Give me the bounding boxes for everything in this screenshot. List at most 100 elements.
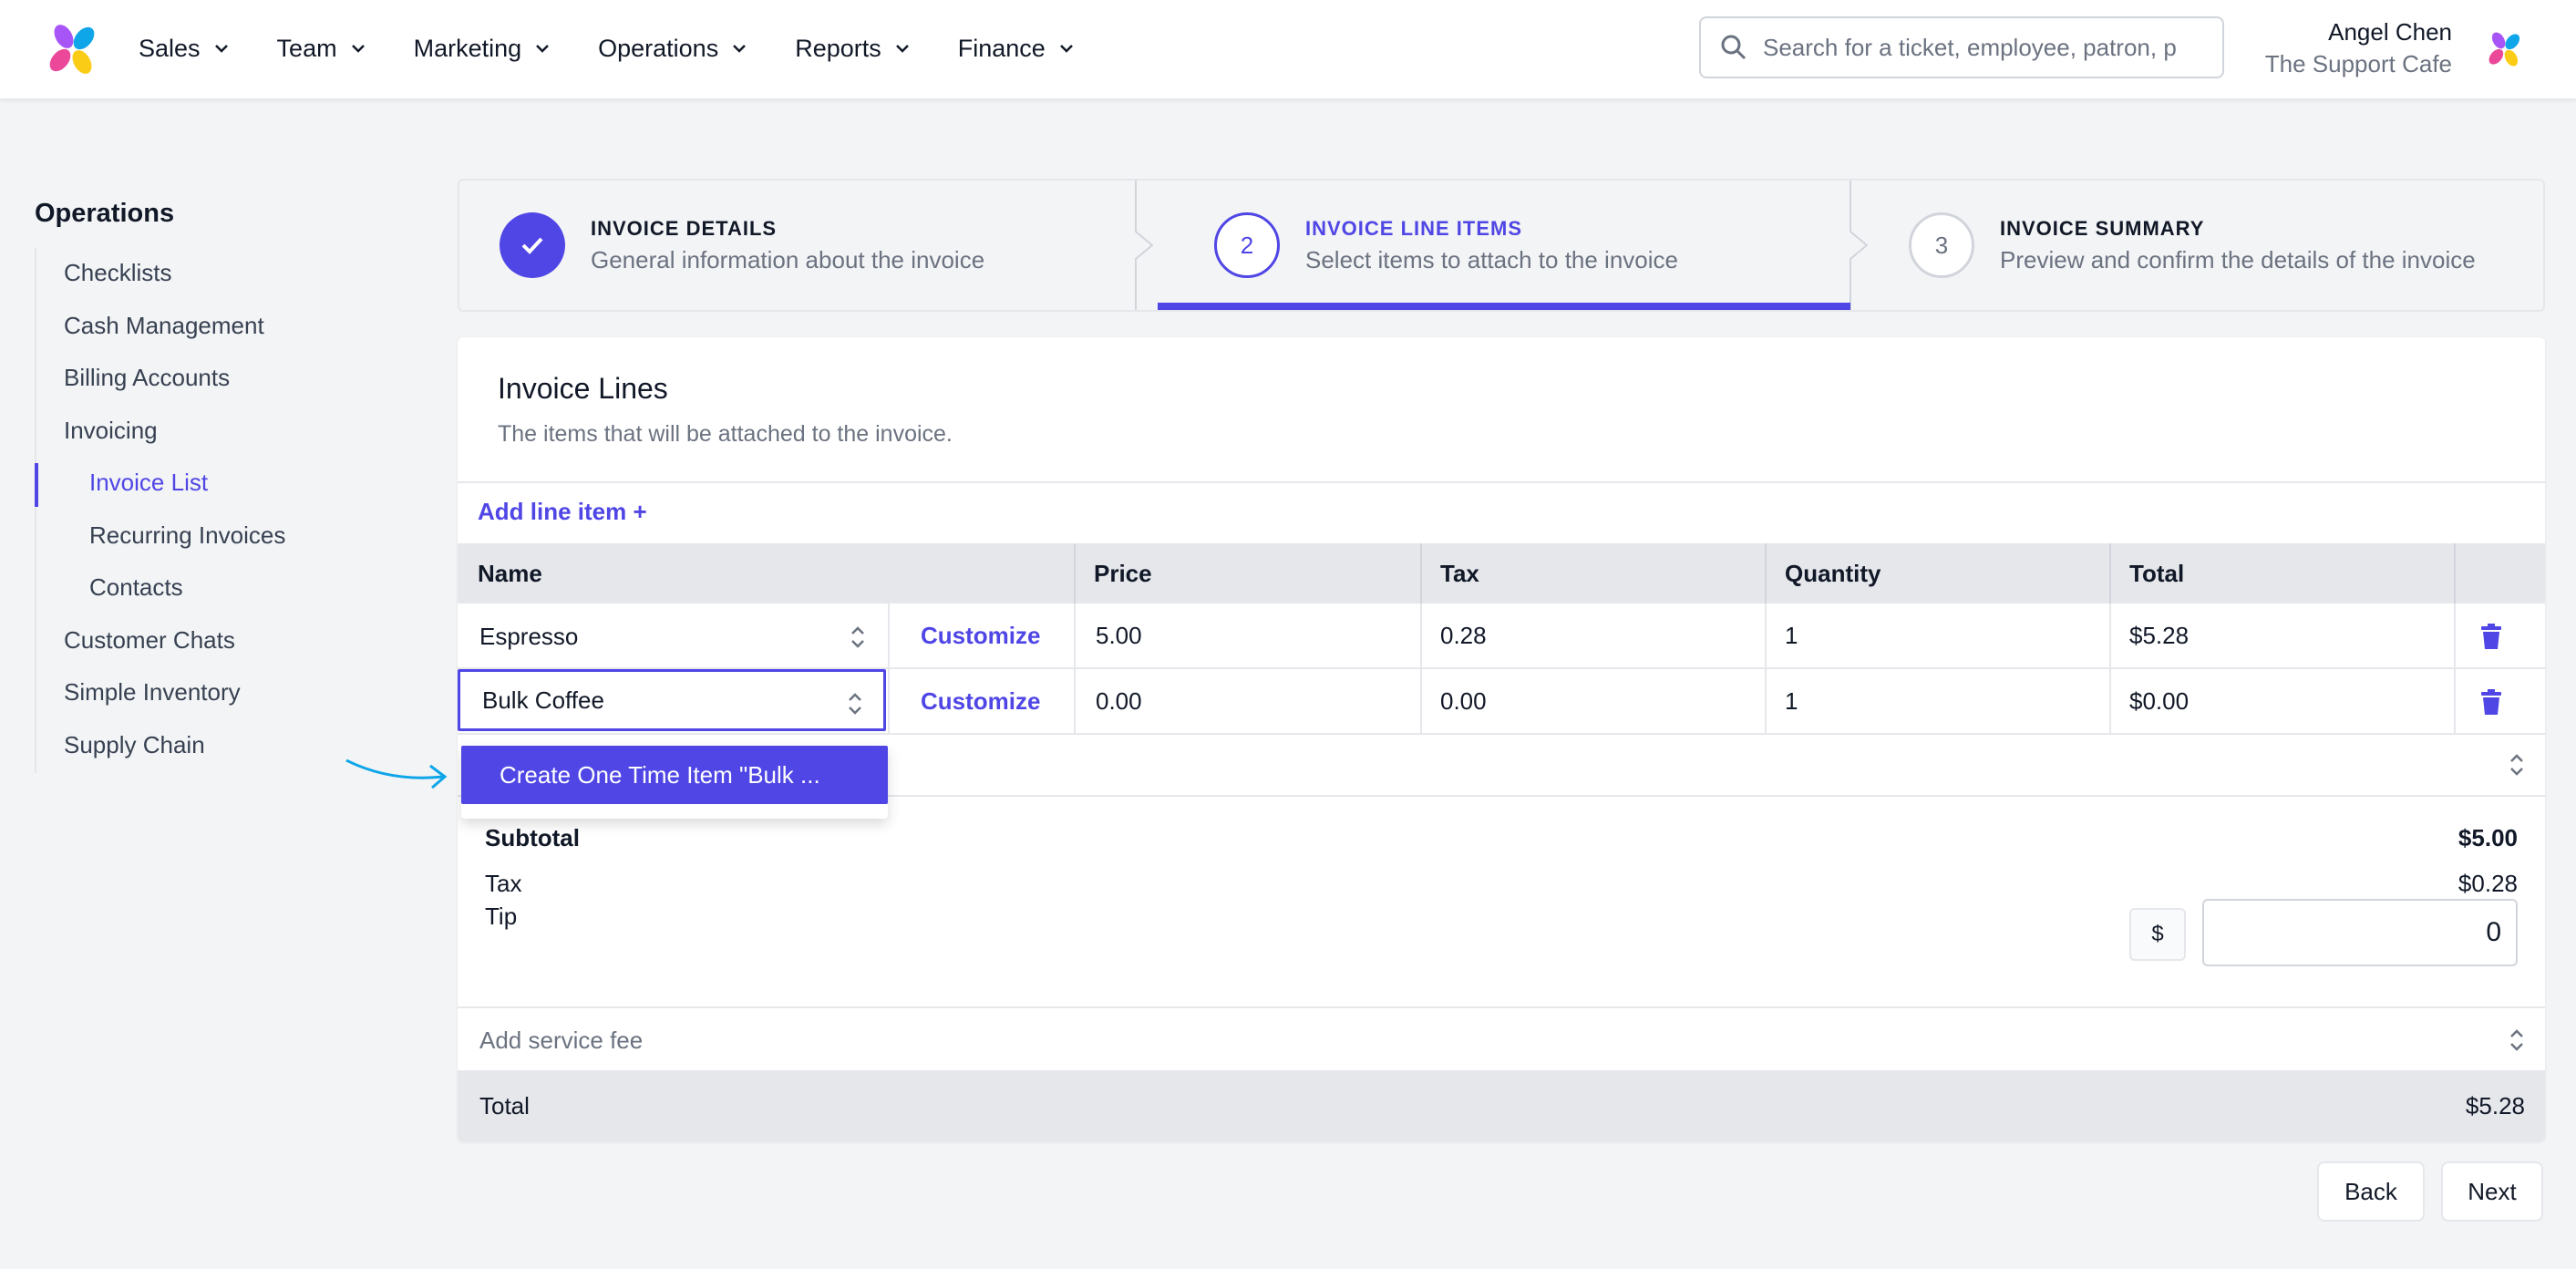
app-logo-icon[interactable] <box>44 20 102 78</box>
annotation-arrow-icon <box>345 758 448 789</box>
total-cell: $0.00 <box>2129 687 2190 715</box>
column-divider <box>888 669 890 733</box>
quantity-cell[interactable]: 1 <box>1785 604 1798 667</box>
item-name-value: Espresso <box>479 622 579 650</box>
table-row: Espresso Customize 5.00 0.28 1 $5.28 <box>458 604 2545 667</box>
invoice-lines-card: Invoice Lines The items that will be att… <box>458 337 2545 1141</box>
next-button[interactable]: Next <box>2441 1161 2543 1222</box>
tax-cell[interactable]: 0.28 <box>1440 604 1487 667</box>
tip-input[interactable] <box>2202 899 2518 966</box>
chevron-down-icon <box>351 45 365 53</box>
step-description: Select items to attach to the invoice <box>1305 245 1678 273</box>
item-name-select[interactable]: Bulk Coffee <box>458 669 886 731</box>
global-search <box>1699 16 2224 78</box>
column-divider <box>2109 669 2111 733</box>
nav-label: Finance <box>957 34 1046 62</box>
nav-label: Sales <box>139 34 201 62</box>
column-divider <box>1074 543 1076 604</box>
customize-button[interactable]: Customize <box>921 669 1040 733</box>
organization-logo-icon[interactable] <box>2485 29 2525 69</box>
step-separator-icon <box>1135 181 1154 310</box>
chevron-down-icon <box>214 45 228 53</box>
subtotal-label: Subtotal <box>485 824 580 851</box>
sidebar-active-indicator <box>35 463 38 507</box>
sidebar-item-contacts[interactable]: Contacts <box>89 573 183 602</box>
column-divider <box>2109 604 2111 667</box>
sidebar-item-customer-chats[interactable]: Customer Chats <box>64 626 235 655</box>
nav-item-reports[interactable]: Reports <box>795 35 911 63</box>
back-button[interactable]: Back <box>2317 1161 2425 1222</box>
service-fee-select[interactable]: Add service fee <box>458 1006 2545 1070</box>
customize-button[interactable]: Customize <box>921 604 1040 667</box>
check-icon <box>521 237 543 254</box>
column-divider <box>1074 669 1076 733</box>
select-arrows-icon <box>849 693 861 715</box>
sidebar-item-simple-inventory[interactable]: Simple Inventory <box>64 678 241 707</box>
sidebar-item-billing-accounts[interactable]: Billing Accounts <box>64 364 230 392</box>
step-description: Preview and confirm the details of the i… <box>2000 245 2476 273</box>
sidebar-item-recurring-invoices[interactable]: Recurring Invoices <box>89 521 285 550</box>
tax-value: $0.28 <box>2458 870 2518 897</box>
column-divider <box>2454 604 2456 667</box>
price-cell[interactable]: 5.00 <box>1096 604 1142 667</box>
item-name-select[interactable]: Espresso <box>458 605 886 667</box>
user-name: Angel Chen <box>2328 18 2452 46</box>
column-header-price: Price <box>1094 560 1152 587</box>
total-row: Total $5.28 <box>458 1070 2545 1141</box>
price-cell[interactable]: 0.00 <box>1096 669 1142 733</box>
nav-item-marketing[interactable]: Marketing <box>414 35 551 63</box>
column-divider <box>888 604 890 667</box>
trash-icon[interactable] <box>2479 688 2503 716</box>
search-input[interactable] <box>1763 33 2200 62</box>
card-subtitle: The items that will be attached to the i… <box>498 421 953 447</box>
column-header-total: Total <box>2129 560 2185 587</box>
nav-label: Reports <box>795 34 881 62</box>
chevron-down-icon <box>733 45 747 53</box>
select-arrows-icon <box>851 626 864 648</box>
sidebar-item-checklists[interactable]: Checklists <box>64 259 171 287</box>
card-title: Invoice Lines <box>498 372 668 405</box>
chevron-down-icon <box>1059 45 1073 53</box>
sidebar-item-cash-management[interactable]: Cash Management <box>64 312 264 340</box>
step-invoice-line-items[interactable]: 2 INVOICE LINE ITEMS Select items to att… <box>1214 181 1678 310</box>
column-divider <box>1074 604 1076 667</box>
tax-label: Tax <box>485 870 522 897</box>
step-complete-indicator <box>500 212 565 278</box>
step-separator-icon <box>1850 181 1869 310</box>
item-name-value: Bulk Coffee <box>482 686 604 714</box>
step-invoice-details[interactable]: INVOICE DETAILS General information abou… <box>500 181 984 310</box>
nav-label: Operations <box>598 34 719 62</box>
column-divider <box>1420 543 1422 604</box>
chevron-down-icon <box>536 45 550 53</box>
chevron-down-icon <box>895 45 909 53</box>
invoice-steps: INVOICE DETAILS General information abou… <box>458 179 2545 312</box>
sidebar-item-invoicing[interactable]: Invoicing <box>64 417 158 445</box>
top-navigation-bar: Sales Team Marketing Operations Reports … <box>0 0 2576 100</box>
sidebar-nav: Checklists Cash Management Billing Accou… <box>35 248 399 773</box>
column-divider <box>1765 604 1767 667</box>
step-title: INVOICE LINE ITEMS <box>1305 216 1523 240</box>
create-one-time-item-option[interactable]: Create One Time Item "Bulk ... <box>461 746 888 804</box>
user-organization: The Support Cafe <box>2264 50 2452 77</box>
select-arrows-icon <box>2510 1029 2523 1051</box>
nav-item-operations[interactable]: Operations <box>598 35 747 63</box>
column-divider <box>1765 669 1767 733</box>
quantity-cell[interactable]: 1 <box>1785 669 1798 733</box>
user-info[interactable]: Angel Chen The Support Cafe <box>2265 16 2452 80</box>
divider <box>458 481 2545 483</box>
sidebar-item-supply-chain[interactable]: Supply Chain <box>64 731 205 759</box>
step-invoice-summary[interactable]: 3 INVOICE SUMMARY Preview and confirm th… <box>1909 181 2476 310</box>
sidebar-title: Operations <box>35 199 175 228</box>
tip-currency-addon: $ <box>2129 908 2186 961</box>
nav-item-finance[interactable]: Finance <box>958 35 1075 63</box>
total-cell: $5.28 <box>2129 622 2190 649</box>
nav-item-team[interactable]: Team <box>277 35 366 63</box>
nav-item-sales[interactable]: Sales <box>139 35 230 63</box>
trash-icon[interactable] <box>2479 623 2503 650</box>
nav-label: Marketing <box>413 34 522 62</box>
add-line-item-button[interactable]: Add line item + <box>478 498 647 526</box>
sidebar-item-invoice-list[interactable]: Invoice List <box>89 469 208 497</box>
tax-cell[interactable]: 0.00 <box>1440 669 1487 733</box>
total-value: $5.28 <box>2465 1092 2525 1119</box>
step-title: INVOICE DETAILS <box>591 216 778 240</box>
